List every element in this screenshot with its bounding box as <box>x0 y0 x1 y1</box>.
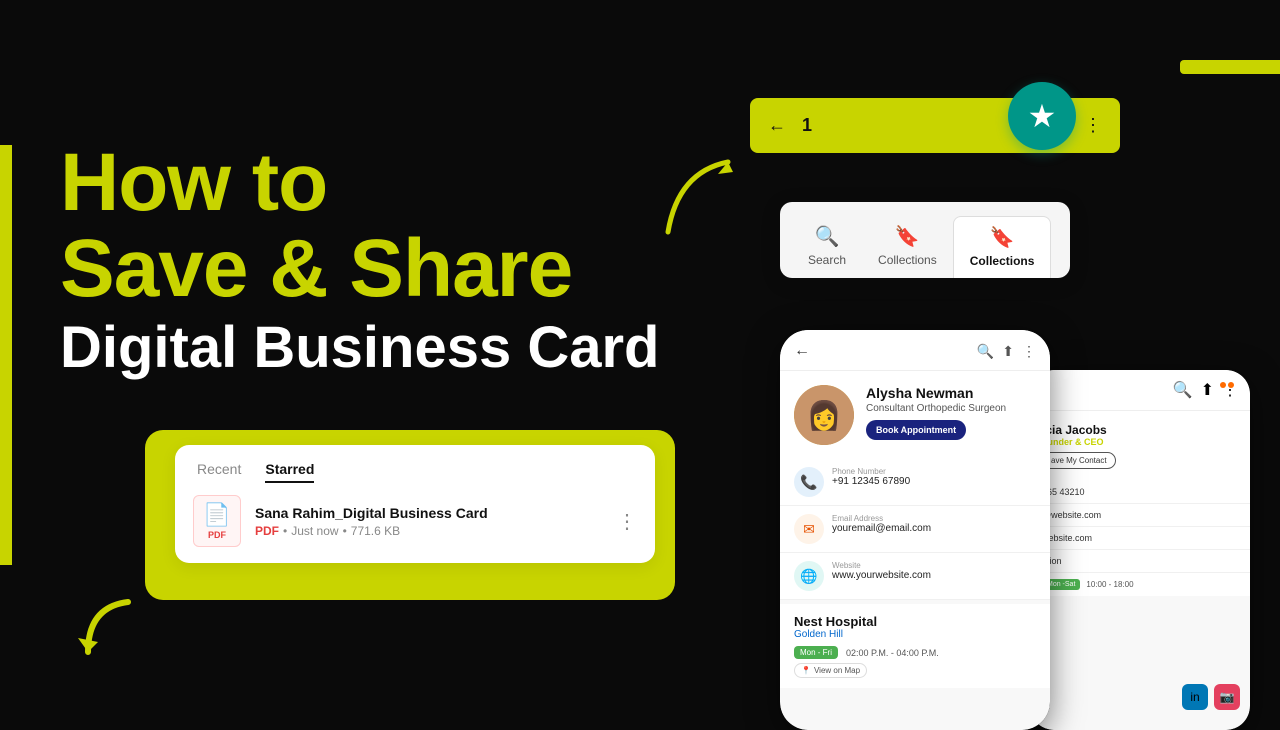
book-appointment-button[interactable]: Book Appointment <box>866 420 966 440</box>
instagram-icon[interactable]: 📷 <box>1214 684 1240 710</box>
phone2-header: 🔍 ⬆ ⋮ <box>1030 370 1250 411</box>
phone1-profile: 👩 Alysha Newman Consultant Orthopedic Su… <box>780 371 1050 459</box>
website-icon: 🌐 <box>794 561 824 591</box>
phone2-profile: icia Jacobs ounder & CEO ave My Contact <box>1030 411 1250 481</box>
orange-dots <box>1220 382 1234 388</box>
phone1-header-icons: 🔍 ⬆ ⋮ <box>977 343 1036 360</box>
website-value: www.yourwebsite.com <box>832 570 931 581</box>
profile-title: Consultant Orthopedic Surgeon <box>866 403 1036 414</box>
phone-number-row: 📞 Phone Number +91 12345 67890 <box>780 459 1050 506</box>
search-icon: 🔍 <box>815 224 840 249</box>
file-item-row: 📄 Sana Rahim_Digital Business Card PDF •… <box>193 495 637 547</box>
back-button[interactable]: ← <box>768 115 786 136</box>
file-size: 771.6 KB <box>351 524 400 538</box>
phone2-social-icons: in 📷 <box>1182 684 1240 710</box>
email-row: ✉ Email Address youremail@email.com <box>780 506 1050 553</box>
profile-name: Alysha Newman <box>866 385 1036 401</box>
title-line2: Save & Share <box>60 226 680 312</box>
phone2-phone-row: 765 43210 <box>1030 481 1250 504</box>
phone-label: Phone Number <box>832 467 910 476</box>
pdf-file-icon: 📄 <box>193 495 241 547</box>
collections-popup: 🔍 Search 🔖 Collections 🔖 Collections <box>780 202 1070 278</box>
title-line3: Digital Business Card <box>60 316 680 380</box>
phone2-badge-row: Mon -Sat 10:00 - 18:00 <box>1030 573 1250 596</box>
phone2-name: icia Jacobs <box>1042 423 1238 437</box>
phone2-search-icon[interactable]: 🔍 <box>1173 380 1193 400</box>
phone1-search-icon[interactable]: 🔍 <box>977 343 994 360</box>
teal-star-button[interactable]: ★ <box>1008 82 1076 150</box>
phone2-email-value: @website.com <box>1042 510 1238 520</box>
phone-mockup-1: ← 🔍 ⬆ ⋮ 👩 Alysha Newman Consultant Ortho… <box>780 330 1050 730</box>
map-pin-icon: 📍 <box>801 666 811 675</box>
phone-mockup-2: 🔍 ⬆ ⋮ icia Jacobs ounder & CEO ave My Co… <box>1030 370 1250 730</box>
save-contact-button[interactable]: ave My Contact <box>1042 452 1116 469</box>
file-tabs: Recent Starred <box>193 461 637 483</box>
collections-tab-1[interactable]: 🔖 Collections <box>862 216 953 278</box>
hospital-days-badge: Mon - Fri <box>794 646 838 659</box>
email-label: Email Address <box>832 514 931 523</box>
file-more-button[interactable]: ⋮ <box>617 509 637 534</box>
phone2-website-row: website.com <box>1030 527 1250 550</box>
phone2-title: ounder & CEO <box>1042 437 1238 447</box>
search-tab[interactable]: 🔍 Search <box>792 216 862 278</box>
phone2-location-value: ation <box>1042 556 1238 566</box>
bookmark-icon: 🔖 <box>895 224 920 249</box>
decorative-arrow-down <box>68 592 148 685</box>
phone1-header: ← 🔍 ⬆ ⋮ <box>780 330 1050 371</box>
collections-tab-2[interactable]: 🔖 Collections <box>953 216 1052 278</box>
file-type: PDF <box>255 524 279 538</box>
profile-avatar: 👩 <box>794 385 854 445</box>
phone2-email-row: @website.com <box>1030 504 1250 527</box>
profile-info: Alysha Newman Consultant Orthopedic Surg… <box>866 385 1036 440</box>
file-name: Sana Rahim_Digital Business Card <box>255 505 603 521</box>
starred-tab[interactable]: Starred <box>265 461 314 483</box>
more-options-button[interactable]: ⋮ <box>1084 115 1102 136</box>
title-line1: How to <box>60 140 680 226</box>
phone1-screen: ← 🔍 ⬆ ⋮ 👩 Alysha Newman Consultant Ortho… <box>780 330 1050 730</box>
phone2-website-value: website.com <box>1042 533 1238 543</box>
email-value: youremail@email.com <box>832 523 931 534</box>
website-label: Website <box>832 561 931 570</box>
phone1-share-icon[interactable]: ⬆ <box>1002 343 1014 360</box>
phone2-time: 10:00 - 18:00 <box>1086 580 1133 589</box>
phone-icon: 📞 <box>794 467 824 497</box>
file-meta: PDF • Just now • 771.6 KB <box>255 524 603 538</box>
hospital-section: Nest Hospital Golden Hill Mon - Fri 02:0… <box>780 604 1050 688</box>
recent-tab[interactable]: Recent <box>197 461 241 483</box>
phone2-share-icon[interactable]: ⬆ <box>1201 380 1214 400</box>
hospital-name: Nest Hospital <box>794 614 1036 629</box>
website-row: 🌐 Website www.yourwebsite.com <box>780 553 1050 600</box>
hospital-time: 02:00 P.M. - 04:00 P.M. <box>846 648 939 658</box>
phone1-more-icon[interactable]: ⋮ <box>1022 343 1036 360</box>
phone-value: +91 12345 67890 <box>832 476 910 487</box>
phone2-phone-value: 765 43210 <box>1042 487 1238 497</box>
phone-area: ← 1 ↩ ★ ⋮ ★ 🔍 Search 🔖 Collections 🔖 Col… <box>740 40 1280 720</box>
hospital-location: Golden Hill <box>794 629 1036 640</box>
bookmark-selected-icon: 🔖 <box>990 225 1015 250</box>
title-section: How to Save & Share Digital Business Car… <box>60 140 680 380</box>
file-info: Sana Rahim_Digital Business Card PDF • J… <box>255 505 603 538</box>
phone2-screen: 🔍 ⬆ ⋮ icia Jacobs ounder & CEO ave My Co… <box>1030 370 1250 730</box>
email-icon: ✉ <box>794 514 824 544</box>
file-time: Just now <box>291 524 338 538</box>
left-accent-bar <box>0 145 12 565</box>
page-number: 1 <box>802 115 812 136</box>
collections-tab-row: 🔍 Search 🔖 Collections 🔖 Collections <box>780 216 1070 278</box>
decorative-arrow-up <box>648 152 748 252</box>
view-on-map-button[interactable]: 📍 View on Map <box>794 663 867 678</box>
phone1-back-button[interactable]: ← <box>794 342 810 360</box>
phone2-location-row: ation <box>1030 550 1250 573</box>
linkedin-icon[interactable]: in <box>1182 684 1208 710</box>
